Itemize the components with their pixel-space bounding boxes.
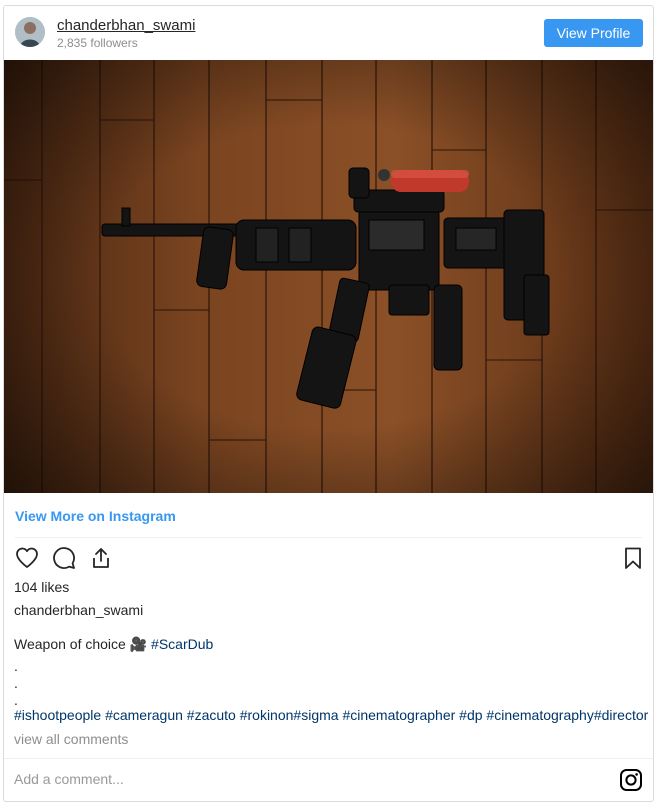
hashtag-list[interactable]: #ishootpeople #cameragun #zacuto #rokino… bbox=[14, 707, 648, 723]
post-header: chanderbhan_swami 2,835 followers View P… bbox=[4, 6, 653, 60]
like-count[interactable]: 104 likes bbox=[14, 579, 69, 595]
share-icon[interactable] bbox=[87, 544, 115, 572]
post-owner-link[interactable]: chanderbhan_swami bbox=[14, 602, 143, 618]
divider bbox=[15, 537, 642, 538]
post-caption: Weapon of choice 🎥 #ScarDub bbox=[14, 636, 213, 653]
instagram-embed-card: chanderbhan_swami 2,835 followers View P… bbox=[3, 5, 654, 802]
comment-input[interactable] bbox=[14, 771, 574, 787]
caption-text: Weapon of choice bbox=[14, 636, 126, 652]
caption-hashtag[interactable]: #ScarDub bbox=[151, 636, 213, 652]
divider bbox=[4, 758, 653, 759]
username-link[interactable]: chanderbhan_swami bbox=[57, 17, 195, 34]
post-photo[interactable] bbox=[4, 60, 653, 493]
action-bar bbox=[13, 544, 643, 572]
comment-icon[interactable] bbox=[50, 544, 78, 572]
view-all-comments-link[interactable]: view all comments bbox=[14, 731, 128, 747]
view-more-link[interactable]: View More on Instagram bbox=[15, 508, 176, 524]
camera-rig-photo bbox=[4, 60, 653, 493]
follower-count: 2,835 followers bbox=[57, 36, 138, 50]
caption-dot: . bbox=[14, 658, 18, 674]
camera-emoji: 🎥 bbox=[129, 636, 148, 652]
avatar[interactable] bbox=[15, 17, 45, 47]
view-profile-button[interactable]: View Profile bbox=[544, 19, 643, 47]
instagram-icon[interactable] bbox=[619, 768, 643, 792]
caption-dot: . bbox=[14, 692, 18, 708]
caption-dot: . bbox=[14, 675, 18, 691]
bookmark-icon[interactable] bbox=[619, 544, 647, 572]
heart-icon[interactable] bbox=[13, 544, 41, 572]
